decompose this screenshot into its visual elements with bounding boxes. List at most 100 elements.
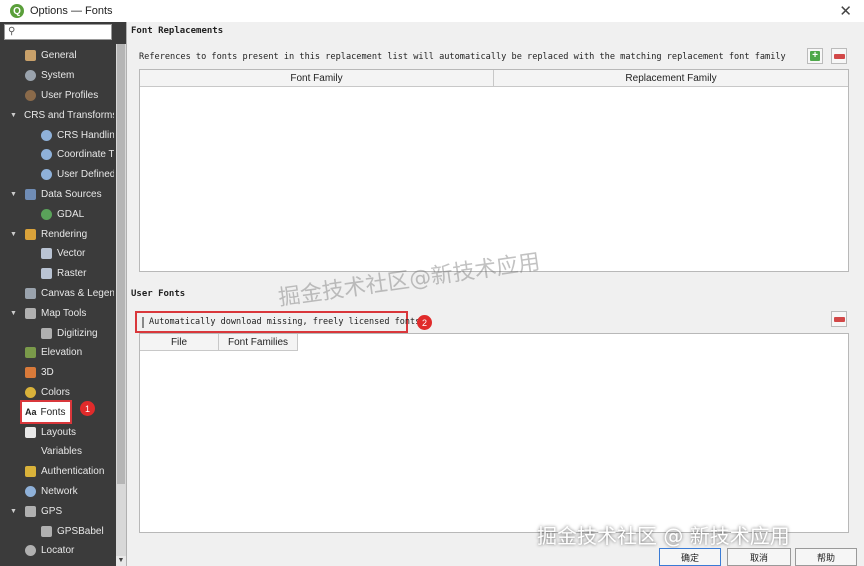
window-title: Options — Fonts: [30, 5, 113, 17]
sidebar-item-gps[interactable]: ▼ GPS: [0, 501, 114, 521]
sidebar-item-network[interactable]: Network: [0, 482, 114, 502]
sidebar-item-rendering[interactable]: ▼ Rendering: [0, 224, 114, 244]
sidebar-item-label: GDAL: [57, 208, 85, 220]
column-header-replacement-family[interactable]: Replacement Family: [494, 70, 848, 87]
remove-replacement-button[interactable]: [831, 48, 847, 64]
sidebar-item-label: Canvas & Legend: [41, 287, 114, 299]
step-badge-2: 2: [417, 315, 432, 330]
table-icon: [25, 188, 36, 200]
sidebar-nav: General System User Profiles ▼ CRS and Tr…: [0, 46, 114, 561]
help-button[interactable]: 帮助: [795, 548, 857, 566]
sidebar-item-authentication[interactable]: Authentication: [0, 462, 114, 482]
auto-download-fonts-checkbox[interactable]: [142, 316, 144, 328]
sidebar-item-locator[interactable]: Locator: [0, 541, 114, 561]
auto-download-fonts-row[interactable]: Automatically download missing, freely l…: [135, 311, 420, 333]
sidebar-item-label: 3D: [41, 367, 54, 379]
sidebar-item-gdal[interactable]: GDAL: [0, 204, 114, 224]
search-icon: ⚲: [8, 26, 16, 37]
globe-icon: [41, 129, 52, 141]
sidebar-item-variables[interactable]: Variables: [0, 442, 114, 462]
satellite-icon: [25, 505, 36, 517]
sidebar-item-label: User Profiles: [41, 89, 99, 101]
user-fonts-table[interactable]: File Font Families: [139, 333, 849, 533]
sidebar-item-colors[interactable]: Colors: [0, 383, 114, 403]
scrollbar-thumb[interactable]: [117, 44, 125, 484]
auto-download-fonts-label: Automatically download missing, freely l…: [149, 317, 421, 327]
sidebar-item-general[interactable]: General: [0, 46, 114, 66]
minus-icon: [833, 316, 845, 322]
sidebar-item-label: General: [41, 50, 77, 62]
sidebar-item-raster[interactable]: Raster: [0, 264, 114, 284]
sidebar-item-label: Fonts: [40, 406, 66, 418]
sidebar-item-label: Digitizing: [57, 327, 98, 339]
table-header: Font Family Replacement Family: [140, 70, 848, 87]
minus-icon: [833, 53, 845, 59]
sidebar-item-label: Colors: [41, 386, 70, 398]
step-badge-1: 1: [80, 401, 95, 416]
sidebar-item-label: Authentication: [41, 466, 105, 478]
expand-arrow-icon[interactable]: ▼: [10, 231, 17, 238]
sidebar-item-gpsbabel[interactable]: GPSBabel: [0, 521, 114, 541]
font-replacements-description: References to fonts present in this repl…: [139, 52, 786, 62]
sidebar-item-label: System: [41, 70, 75, 82]
satellite-icon: [41, 525, 52, 537]
sidebar-item-crs-handling[interactable]: CRS Handling: [0, 125, 114, 145]
cancel-button[interactable]: 取消: [727, 548, 791, 566]
globe-icon: [41, 208, 52, 220]
sidebar-item-user-profiles[interactable]: User Profiles: [0, 86, 114, 106]
sidebar-item-label: Data Sources: [41, 188, 102, 200]
sidebar-item-digitizing[interactable]: Digitizing: [0, 323, 114, 343]
sidebar-item-label: Variables: [41, 446, 82, 458]
sidebar-item-label: GPSBabel: [57, 525, 104, 537]
sidebar-item-canvas-legend[interactable]: Canvas & Legend: [0, 284, 114, 304]
sidebar-item-label: CRS and Transforms: [24, 109, 114, 121]
pencil-icon: [41, 327, 52, 339]
sidebar-item-label: Locator: [41, 545, 75, 557]
column-header-file[interactable]: File: [140, 334, 219, 351]
search-input[interactable]: ⚲: [4, 24, 112, 40]
font-replacements-table[interactable]: Font Family Replacement Family: [139, 69, 849, 272]
table-header: File Font Families: [140, 334, 298, 351]
user-icon: [25, 89, 36, 101]
palette-icon: [25, 386, 36, 398]
sidebar-item-fonts[interactable]: Aa Fonts: [20, 400, 72, 425]
sidebar-item-data-sources[interactable]: ▼ Data Sources: [0, 185, 114, 205]
sidebar-item-label: CRS Handling: [57, 129, 114, 141]
canvas-icon: [25, 287, 36, 299]
sidebar-item-layouts[interactable]: Layouts: [0, 422, 114, 442]
sidebar-item-coordinate-transforms[interactable]: Coordinate Transforms: [0, 145, 114, 165]
sidebar-item-label: Layouts: [41, 426, 77, 438]
sidebar-item-3d[interactable]: 3D: [0, 363, 114, 383]
qgis-logo-icon: Q: [10, 4, 24, 18]
sidebar-item-label: User Defined CRS: [57, 169, 114, 181]
search-icon: [25, 545, 36, 557]
raster-icon: [41, 268, 52, 280]
user-fonts-title: User Fonts: [131, 289, 186, 299]
sidebar-item-system[interactable]: System: [0, 66, 114, 86]
sidebar-item-label: Network: [41, 485, 78, 497]
sidebar-item-label: Coordinate Transforms: [57, 149, 114, 161]
sidebar-scrollbar[interactable]: ▼: [116, 44, 126, 566]
title-bar: Q Options — Fonts ✕: [0, 0, 864, 22]
expand-arrow-icon[interactable]: ▼: [10, 191, 17, 198]
sidebar-item-elevation[interactable]: Elevation: [0, 343, 114, 363]
expand-arrow-icon[interactable]: ▼: [10, 112, 17, 119]
sidebar-item-vector[interactable]: Vector: [0, 244, 114, 264]
ok-button[interactable]: 确定: [659, 548, 721, 566]
expand-arrow-icon[interactable]: ▼: [10, 508, 17, 515]
close-icon[interactable]: ✕: [839, 2, 852, 20]
expand-arrow-icon[interactable]: ▼: [10, 310, 17, 317]
add-replacement-button[interactable]: +: [807, 48, 823, 64]
column-header-font-families[interactable]: Font Families: [219, 334, 298, 351]
sidebar-item-map-tools[interactable]: ▼ Map Tools: [0, 303, 114, 323]
lock-icon: [25, 466, 36, 478]
main-panel: Font Replacements References to fonts pr…: [126, 22, 864, 566]
remove-user-font-button[interactable]: [831, 311, 847, 327]
scroll-down-arrow-icon[interactable]: ▼: [116, 556, 126, 566]
sidebar-item-user-defined-crs[interactable]: User Defined CRS: [0, 165, 114, 185]
globe-icon: [41, 169, 52, 181]
gear-icon: [25, 70, 36, 82]
sidebar-item-crs-and-transforms[interactable]: ▼ CRS and Transforms: [0, 105, 114, 125]
globe-icon: [41, 149, 52, 161]
column-header-font-family[interactable]: Font Family: [140, 70, 494, 87]
